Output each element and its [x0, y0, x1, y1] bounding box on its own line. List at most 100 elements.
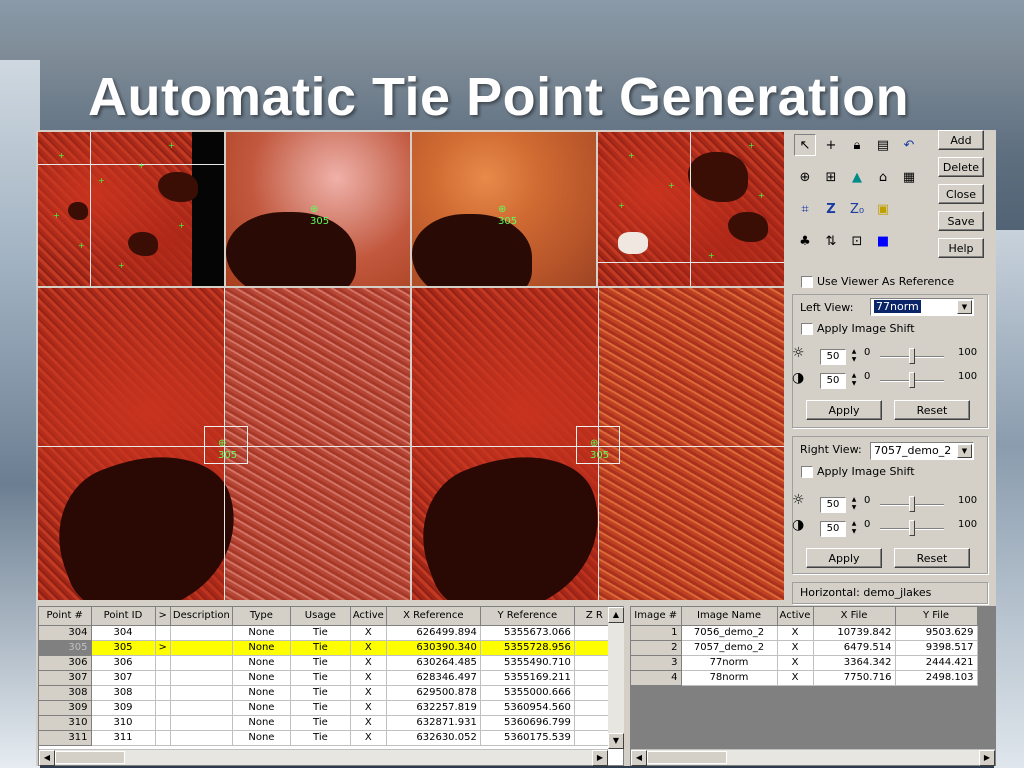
cell-desc[interactable] [170, 685, 233, 701]
z-zero-icon[interactable]: Z₀ [846, 198, 868, 220]
use-viewer-ref-checkbox[interactable] [801, 276, 813, 288]
cell-x[interactable]: 630390.340 [386, 640, 481, 656]
cell-x[interactable]: 629500.878 [386, 685, 481, 701]
cell-type[interactable]: None [232, 625, 291, 641]
chevron-down-icon[interactable]: ▼ [957, 444, 972, 458]
table-row[interactable]: 1 7056_demo_2 X 10739.842 9503.629 [631, 625, 978, 641]
cell-y[interactable]: 5355728.956 [480, 640, 575, 656]
cell-desc[interactable] [170, 655, 233, 671]
cell-type[interactable]: None [232, 640, 291, 656]
cell-type[interactable]: None [232, 700, 291, 716]
cell-active[interactable]: X [350, 715, 387, 731]
points-vscroll[interactable]: ▲ ▼ [608, 607, 624, 749]
mover-icon[interactable]: ♣ [794, 230, 816, 252]
cell-y[interactable]: 9503.629 [895, 625, 978, 641]
cell-y[interactable]: 5360954.560 [480, 700, 575, 716]
cell-sel[interactable] [155, 730, 171, 746]
cell-num[interactable]: 311 [39, 730, 92, 746]
slider-thumb[interactable] [909, 348, 915, 364]
table-row[interactable]: 305 305 > None Tie X 630390.340 5355728.956 [39, 640, 615, 656]
left-contrast-input[interactable]: 50 [820, 373, 846, 389]
cell-usage[interactable]: Tie [290, 685, 351, 701]
cell-sel[interactable] [155, 715, 171, 731]
cell-active[interactable]: X [350, 655, 387, 671]
cell-usage[interactable]: Tie [290, 730, 351, 746]
cell-num[interactable]: 4 [631, 670, 682, 686]
points-hscroll[interactable]: ◀ ▶ [39, 749, 608, 766]
scroll-left-icon[interactable]: ◀ [39, 750, 55, 766]
spin-arrows-icon[interactable]: ▲ ▼ [848, 348, 860, 366]
cell-id[interactable]: 304 [91, 625, 156, 641]
swap-icon[interactable]: ⇅ [820, 230, 842, 252]
cell-num[interactable]: 1 [631, 625, 682, 641]
table-row[interactable]: 310 310 None Tie X 632871.931 5360696.799 [39, 715, 615, 731]
col-y-reference[interactable]: Y Reference [480, 607, 575, 626]
spin-arrows-icon[interactable]: ▲ ▼ [848, 520, 860, 538]
left-view-select[interactable]: 77norm ▼ [870, 298, 974, 316]
cell-sel[interactable] [155, 625, 171, 641]
zoom-icon[interactable]: ⊡ [846, 230, 868, 252]
cell-num[interactable]: 306 [39, 655, 92, 671]
help-button[interactable]: Help [938, 238, 984, 258]
cell-x[interactable]: 10739.842 [813, 625, 896, 641]
table-icon[interactable]: ▤ [872, 134, 894, 156]
left-apply-shift-checkbox[interactable] [801, 323, 813, 335]
overview-left-view[interactable]: + + + + + + + + [38, 132, 224, 286]
right-view-select[interactable]: 7057_demo_2 ▼ [870, 442, 974, 460]
slider-thumb[interactable] [909, 496, 915, 512]
cell-type[interactable]: None [232, 685, 291, 701]
cell-y[interactable]: 5355169.211 [480, 670, 575, 686]
col-point-num[interactable]: Point # [39, 607, 92, 626]
cell-name[interactable]: 7056_demo_2 [681, 625, 778, 641]
main-right-view[interactable]: ⊕ 305 [412, 288, 784, 600]
table-row[interactable]: 304 304 None Tie X 626499.894 5355673.066 [39, 625, 615, 641]
save-button[interactable]: Save [938, 211, 984, 231]
cell-desc[interactable] [170, 730, 233, 746]
cell-sel[interactable] [155, 655, 171, 671]
cell-y[interactable]: 5355673.066 [480, 625, 575, 641]
spin-arrows-icon[interactable]: ▲ ▼ [848, 496, 860, 514]
cell-name[interactable]: 7057_demo_2 [681, 640, 778, 656]
cell-type[interactable]: None [232, 655, 291, 671]
house-icon[interactable]: ⌂ [872, 166, 894, 188]
right-apply-button[interactable]: Apply [806, 548, 882, 568]
slider-thumb[interactable] [909, 372, 915, 388]
cell-active[interactable]: X [777, 640, 814, 656]
col-point-id[interactable]: Point ID [91, 607, 156, 626]
cell-x[interactable]: 626499.894 [386, 625, 481, 641]
cell-id[interactable]: 307 [91, 670, 156, 686]
create-point-icon[interactable]: ⊞ [820, 166, 842, 188]
cell-id[interactable]: 305 [91, 640, 156, 656]
cell-y[interactable]: 5355000.666 [480, 685, 575, 701]
cell-usage[interactable]: Tie [290, 640, 351, 656]
close-button[interactable]: Close [938, 184, 984, 204]
cell-num[interactable]: 309 [39, 700, 92, 716]
col-selector[interactable]: > [155, 607, 171, 626]
table-row[interactable]: 307 307 None Tie X 628346.497 5355169.211 [39, 670, 615, 686]
z-icon[interactable]: Z [820, 198, 842, 220]
cell-desc[interactable] [170, 625, 233, 641]
cell-x[interactable]: 3364.342 [813, 655, 896, 671]
cell-desc[interactable] [170, 715, 233, 731]
cell-usage[interactable]: Tie [290, 700, 351, 716]
cell-name[interactable]: 78norm [681, 670, 778, 686]
zoom-right-view[interactable]: ⊕ 305 [412, 132, 596, 286]
scroll-right-icon[interactable]: ▶ [979, 750, 995, 766]
cell-sel[interactable] [155, 685, 171, 701]
images-hscroll[interactable]: ◀ ▶ [631, 749, 995, 766]
col-usage[interactable]: Usage [290, 607, 351, 626]
cell-active[interactable]: X [777, 655, 814, 671]
cell-id[interactable]: 309 [91, 700, 156, 716]
cell-type[interactable]: None [232, 730, 291, 746]
right-contrast-input[interactable]: 50 [820, 521, 846, 537]
col-description[interactable]: Description [170, 607, 233, 626]
col-active[interactable]: Active [350, 607, 387, 626]
right-reset-button[interactable]: Reset [894, 548, 970, 568]
triangle-icon[interactable]: ▲ [846, 166, 868, 188]
col-image-name[interactable]: Image Name [681, 607, 778, 626]
cell-x[interactable]: 630264.485 [386, 655, 481, 671]
cell-usage[interactable]: Tie [290, 670, 351, 686]
add-button[interactable]: Add [938, 130, 984, 150]
cell-y[interactable]: 9398.517 [895, 640, 978, 656]
chevron-down-icon[interactable]: ▼ [957, 300, 972, 314]
